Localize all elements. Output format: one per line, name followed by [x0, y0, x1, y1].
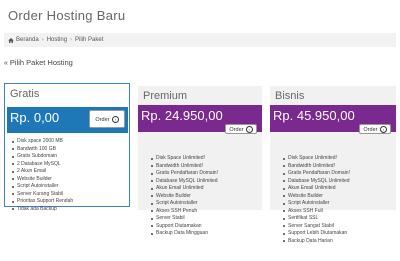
double-chevron-left-icon: « [4, 60, 8, 67]
order-button[interactable]: Order › [359, 124, 391, 134]
plan-price: Rp. 24.950,00 [141, 108, 223, 123]
plan-card-premium[interactable]: Premium Rp. 24.950,00 Order › Disk Space… [138, 86, 262, 236]
feature-item: Support Diutamakan [151, 223, 218, 231]
order-button-label: Order [363, 127, 378, 133]
feature-item: Database MySQL Unlimited [283, 177, 350, 184]
feature-item: Gratis Subdomain [11, 153, 73, 161]
feature-item: Bandwith 100 GB [11, 146, 73, 154]
feature-item: 2 Database MySQL [11, 161, 73, 169]
page-title: Order Hosting Baru [8, 8, 126, 23]
breadcrumb-item-hosting[interactable]: Hosting [47, 37, 67, 43]
feature-list: Disk Space Unlimited! Bandwidth Unlimite… [283, 155, 350, 245]
breadcrumb-item-beranda[interactable]: Beranda [16, 37, 39, 43]
section-title: «Pilih Paket Hosting [4, 58, 73, 67]
feature-item: Backup Data Harian [283, 238, 350, 246]
section-title-text: Pilih Paket Hosting [9, 58, 73, 67]
feature-item: Akun Email Unlimited [283, 185, 350, 193]
feature-item: Tidak ada Backup [11, 206, 73, 214]
home-icon [8, 37, 14, 43]
feature-item: Script Autoinstaller [151, 200, 218, 208]
plan-card-bisnis[interactable]: Bisnis Rp. 45.950,00 Order › Disk Space … [270, 86, 396, 244]
breadcrumb-separator: › [70, 37, 73, 43]
order-button[interactable]: Order › [225, 124, 257, 134]
feature-item: Disk Space Unlimited! [151, 155, 218, 163]
arrow-right-circle-icon: › [380, 126, 387, 134]
breadcrumb-separator: › [41, 37, 44, 43]
feature-item: Server Stabil [151, 215, 218, 223]
price-band: Rp. 45.950,00 Order › [270, 105, 396, 134]
feature-item: Gratis Pendaftaran Domain! [283, 170, 350, 176]
feature-list: Disk space 2000 MB Bandwith 100 GB Grati… [11, 138, 74, 214]
feature-item: Website Builder [283, 193, 350, 201]
feature-item: Akun Email Unlimited [151, 185, 218, 193]
feature-item: Server Sangat Stabil [283, 223, 350, 231]
price-band: Rp. 24.950,00 Order › [138, 105, 262, 134]
plan-name: Premium [143, 90, 188, 102]
plan-price: Rp. 0,00 [10, 110, 60, 125]
arrow-right-circle-icon: › [112, 116, 119, 124]
plan-name: Bisnis [275, 90, 305, 102]
breadcrumb: Beranda › Hosting › Pilih Paket [4, 33, 396, 47]
order-button-label: Order [95, 117, 110, 123]
feature-item: Disk space 2000 MB [11, 138, 73, 146]
feature-item: Script Autoinstaller [11, 183, 73, 191]
feature-item: Website Builder [151, 193, 218, 201]
feature-item: Database MySQL Unlimited [151, 177, 218, 184]
feature-item: Akses SSH Full [283, 208, 350, 216]
feature-item: Script Autoinstaller [283, 200, 350, 208]
plan-name: Gratis [10, 88, 40, 100]
feature-item: Website Builder [11, 176, 73, 184]
feature-item: Server Kurang Stabil [11, 191, 73, 199]
order-button[interactable]: Order › [89, 110, 125, 128]
feature-item: 2 Akun Email [11, 168, 73, 176]
plan-price: Rp. 45.950,00 [273, 108, 355, 123]
feature-item: Akses SSH Penuh [151, 208, 218, 216]
feature-item: Disk Space Unlimited! [283, 155, 350, 163]
feature-item: Prioritas Support Rendah [11, 198, 74, 204]
feature-item: Sertifikat SSL [283, 215, 350, 223]
feature-item: Backup Data Mingguan [151, 230, 218, 238]
plan-card-gratis[interactable]: Gratis Rp. 0,00 Order › Disk space 2000 … [4, 83, 130, 212]
feature-item: Bandwidth Unlimited! [151, 163, 218, 171]
feature-list: Disk Space Unlimited! Bandwidth Unlimite… [151, 155, 218, 238]
breadcrumb-item-pilih-paket: Pilih Paket [75, 37, 104, 43]
feature-item: Bandwidth Unlimited! [283, 163, 350, 171]
feature-item: Support Lebih Diutamakan [283, 230, 350, 238]
price-band: Rp. 0,00 Order › [7, 107, 128, 133]
arrow-right-circle-icon: › [246, 126, 253, 134]
order-button-label: Order [229, 127, 244, 133]
feature-item: Gratis Pendaftaran Domain! [151, 170, 218, 176]
